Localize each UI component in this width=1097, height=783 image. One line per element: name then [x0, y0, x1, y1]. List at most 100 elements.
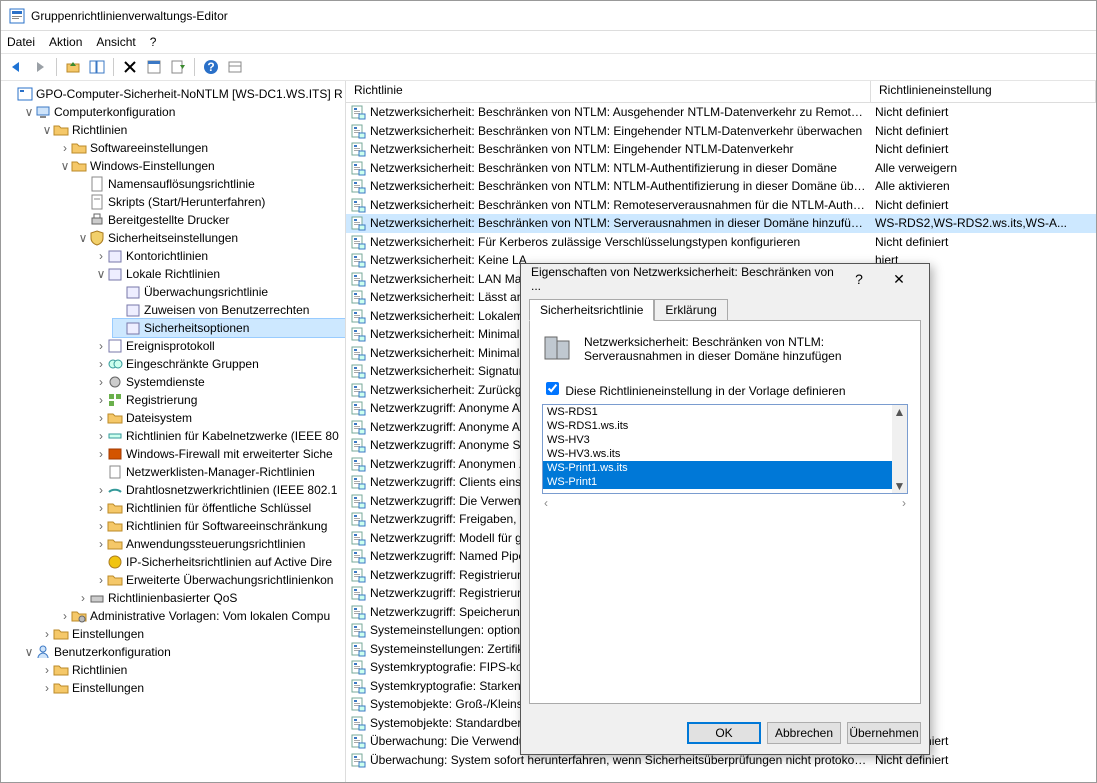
- expander-icon[interactable]: ›: [95, 247, 107, 265]
- nav-back-button[interactable]: [5, 56, 27, 78]
- expander-icon[interactable]: ∨: [23, 643, 35, 661]
- expander-icon[interactable]: ›: [41, 661, 53, 679]
- help-button[interactable]: ?: [200, 56, 222, 78]
- tree-upolicies[interactable]: Richtlinien: [72, 661, 127, 679]
- policy-row[interactable]: Netzwerksicherheit: Beschränken von NTLM…: [346, 122, 1096, 141]
- list-item[interactable]: WS-HV3: [543, 433, 907, 447]
- expander-icon[interactable]: ›: [77, 589, 89, 607]
- expander-icon[interactable]: ›: [95, 535, 107, 553]
- expander-icon[interactable]: ∨: [95, 265, 107, 283]
- tree-audit[interactable]: Überwachungsrichtlinie: [144, 283, 268, 301]
- dialog-close-button[interactable]: ✕: [879, 271, 919, 288]
- expander-icon[interactable]: ›: [95, 499, 107, 517]
- tree-registry[interactable]: Registrierung: [126, 391, 197, 409]
- tree-sysserv[interactable]: Systemdienste: [126, 373, 205, 391]
- tree-qos[interactable]: Richtlinienbasierter QoS: [108, 589, 237, 607]
- menu-action[interactable]: Aktion: [49, 35, 82, 49]
- export-button[interactable]: [167, 56, 189, 78]
- expander-icon[interactable]: ›: [95, 481, 107, 499]
- scroll-down-icon[interactable]: ▼: [894, 479, 906, 493]
- list-item[interactable]: WS-HV3.ws.its: [543, 447, 907, 461]
- up-folder-button[interactable]: [62, 56, 84, 78]
- column-policy[interactable]: Richtlinie: [346, 81, 871, 102]
- column-setting[interactable]: Richtlinieneinstellung: [871, 81, 1096, 102]
- policy-row[interactable]: Netzwerksicherheit: Beschränken von NTLM…: [346, 214, 1096, 233]
- expander-icon[interactable]: ›: [95, 409, 107, 427]
- tree-pubkey[interactable]: Richtlinien für öffentliche Schlüssel: [126, 499, 311, 517]
- tree-appctrl[interactable]: Anwendungssteuerungsrichtlinien: [126, 535, 305, 553]
- expander-icon[interactable]: ∨: [41, 121, 53, 139]
- tree-win[interactable]: Windows-Einstellungen: [90, 157, 215, 175]
- tree-advaudit[interactable]: Erweiterte Überwachungsrichtlinienkon: [126, 571, 333, 589]
- tree-uprefs[interactable]: Einstellungen: [72, 679, 144, 697]
- tree-wireless[interactable]: Drahtlosnetzwerkrichtlinien (IEEE 802.1: [126, 481, 337, 499]
- expander-icon[interactable]: ›: [95, 445, 107, 463]
- apply-button[interactable]: Übernehmen: [847, 722, 921, 744]
- expander-icon[interactable]: ›: [95, 571, 107, 589]
- tree-policies[interactable]: Richtlinien: [72, 121, 127, 139]
- tree-local[interactable]: Lokale Richtlinien: [126, 265, 220, 283]
- expander-icon[interactable]: ›: [95, 427, 107, 445]
- expander-icon[interactable]: ›: [95, 337, 107, 355]
- tree-secopt[interactable]: Sicherheitsoptionen: [144, 319, 249, 337]
- expander-icon[interactable]: ›: [95, 355, 107, 373]
- expander-icon[interactable]: ∨: [23, 103, 35, 121]
- define-checkbox[interactable]: Diese Richtlinieneinstellung in der Vorl…: [542, 384, 846, 398]
- policy-row[interactable]: Netzwerksicherheit: Beschränken von NTLM…: [346, 177, 1096, 196]
- delete-button[interactable]: [119, 56, 141, 78]
- tree-sw[interactable]: Softwareeinstellungen: [90, 139, 208, 157]
- expander-icon[interactable]: ∨: [77, 229, 89, 247]
- tree-userrights[interactable]: Zuweisen von Benutzerrechten: [144, 301, 309, 319]
- policy-row[interactable]: Netzwerksicherheit: Beschränken von NTLM…: [346, 159, 1096, 178]
- menu-help[interactable]: ?: [150, 35, 157, 49]
- tree-ipsec[interactable]: IP-Sicherheitsrichtlinien auf Active Dir…: [126, 553, 332, 571]
- tree-firewall[interactable]: Windows-Firewall mit erweiterter Siche: [126, 445, 333, 463]
- dialog-help-button[interactable]: ?: [839, 271, 879, 287]
- list-item[interactable]: WS-RDS1: [543, 405, 907, 419]
- tree-printers[interactable]: Bereitgestellte Drucker: [108, 211, 229, 229]
- expander-icon[interactable]: ›: [41, 625, 53, 643]
- tree-scripts[interactable]: Skripts (Start/Herunterfahren): [108, 193, 265, 211]
- policy-row[interactable]: Netzwerksicherheit: Beschränken von NTLM…: [346, 196, 1096, 215]
- nav-forward-button[interactable]: [29, 56, 51, 78]
- expander-icon[interactable]: ›: [59, 607, 71, 625]
- cancel-button[interactable]: Abbrechen: [767, 722, 841, 744]
- policy-row[interactable]: Netzwerksicherheit: Für Kerberos zulässi…: [346, 233, 1096, 252]
- list-item[interactable]: WS-RDS1.ws.its: [543, 419, 907, 433]
- policy-row[interactable]: Netzwerksicherheit: Beschränken von NTLM…: [346, 140, 1096, 159]
- h-scrollbar[interactable]: ‹›: [542, 496, 908, 511]
- server-list[interactable]: WS-RDS1 WS-RDS1.ws.its WS-HV3 WS-HV3.ws.…: [542, 404, 908, 494]
- filter-button[interactable]: [224, 56, 246, 78]
- tree-restr[interactable]: Eingeschränkte Gruppen: [126, 355, 259, 373]
- scrollbar[interactable]: ▲▼: [892, 405, 907, 493]
- tree-computercfg[interactable]: Computerkonfiguration: [54, 103, 175, 121]
- list-item[interactable]: WS-Print1: [543, 475, 907, 489]
- show-hide-tree-button[interactable]: [86, 56, 108, 78]
- tree-root[interactable]: GPO-Computer-Sicherheit-NoNTLM [WS-DC1.W…: [36, 85, 343, 103]
- tab-security-policy[interactable]: Sicherheitsrichtlinie: [529, 299, 654, 321]
- tree-security[interactable]: Sicherheitseinstellungen: [108, 229, 238, 247]
- expander-icon[interactable]: ›: [95, 517, 107, 535]
- tree-nameres[interactable]: Namensauflösungsrichtlinie: [108, 175, 255, 193]
- expander-icon[interactable]: ›: [41, 679, 53, 697]
- tree-wired[interactable]: Richtlinien für Kabelnetzwerke (IEEE 80: [126, 427, 339, 445]
- tree-filesys[interactable]: Dateisystem: [126, 409, 192, 427]
- ok-button[interactable]: OK: [687, 722, 761, 744]
- expander-icon[interactable]: ›: [59, 139, 71, 157]
- tree-usercfg[interactable]: Benutzerkonfiguration: [54, 643, 171, 661]
- expander-icon[interactable]: ›: [95, 373, 107, 391]
- expander-icon[interactable]: ›: [95, 391, 107, 409]
- list-item[interactable]: WS-Print1.ws.its: [543, 461, 907, 475]
- tree-netlist[interactable]: Netzwerklisten-Manager-Richtlinien: [126, 463, 315, 481]
- policy-row[interactable]: Netzwerksicherheit: Beschränken von NTLM…: [346, 103, 1096, 122]
- menu-file[interactable]: Datei: [7, 35, 35, 49]
- expander-icon[interactable]: ∨: [59, 157, 71, 175]
- nav-tree[interactable]: GPO-Computer-Sicherheit-NoNTLM [WS-DC1.W…: [1, 81, 346, 782]
- tree-eventlog[interactable]: Ereignisprotokoll: [126, 337, 215, 355]
- tree-account[interactable]: Kontorichtlinien: [126, 247, 208, 265]
- tree-swrestrict[interactable]: Richtlinien für Softwareeinschränkung: [126, 517, 327, 535]
- tab-explanation[interactable]: Erklärung: [654, 299, 727, 321]
- tree-prefs[interactable]: Einstellungen: [72, 625, 144, 643]
- tree-admtmpl[interactable]: Administrative Vorlagen: Vom lokalen Com…: [90, 607, 330, 625]
- scroll-up-icon[interactable]: ▲: [894, 405, 906, 419]
